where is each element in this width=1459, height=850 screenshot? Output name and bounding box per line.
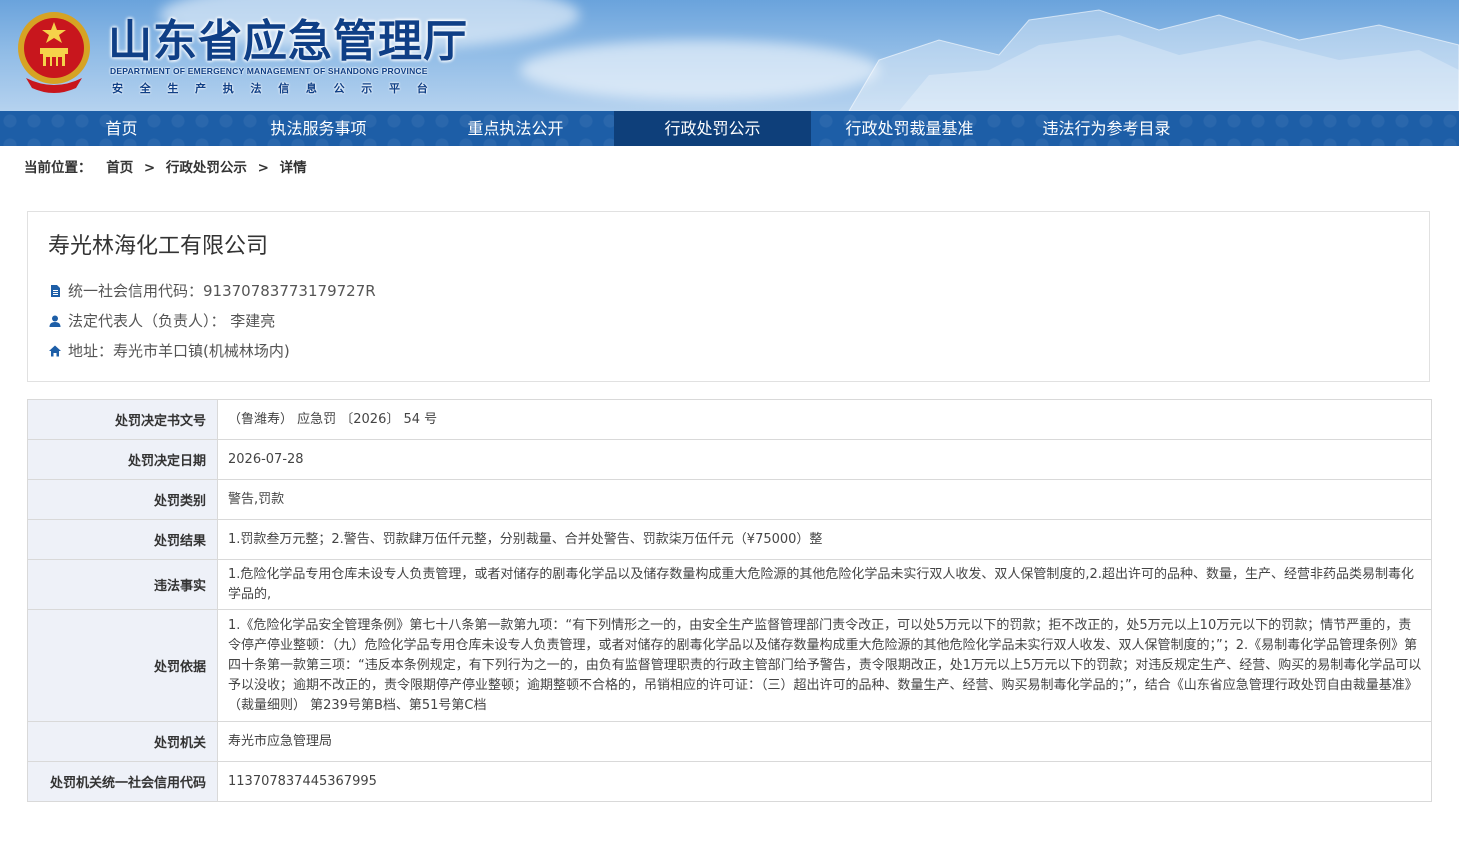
table-row: 处罚依据 1.《危险化学品安全管理条例》第七十八条第一款第九项：“有下列情形之一… — [27, 609, 1432, 722]
table-row: 处罚结果 1.罚款叁万元整；2.警告、罚款肆万伍仟元整，分别裁量、合并处警告、罚… — [27, 519, 1432, 560]
row-label: 处罚依据 — [27, 609, 218, 722]
legal-rep-row: 法定代表人（负责人）： 李建亮 — [48, 310, 275, 331]
table-row: 违法事实 1.危险化学品专用仓库未设专人负责管理，或者对储存的剧毒化学品以及储存… — [27, 559, 1432, 610]
nav-item-enforcement-services[interactable]: 执法服务事项 — [220, 111, 417, 146]
credit-code-row: 统一社会信用代码：91370783773179727R — [48, 280, 376, 301]
company-name: 寿光林海化工有限公司 — [48, 234, 269, 259]
table-row: 处罚机关统一社会信用代码 113707837445367995 — [27, 761, 1432, 802]
row-label: 违法事实 — [27, 559, 218, 610]
row-value: 1.《危险化学品安全管理条例》第七十八条第一款第九项：“有下列情形之一的，由安全… — [217, 609, 1432, 722]
breadcrumb-separator: > — [257, 160, 269, 176]
national-emblem-icon — [18, 12, 90, 93]
row-label: 处罚机关统一社会信用代码 — [27, 761, 218, 802]
row-value: 113707837445367995 — [217, 761, 1432, 802]
row-label: 处罚机关 — [27, 721, 218, 762]
nav-item-violation-catalog[interactable]: 违法行为参考目录 — [1008, 111, 1205, 146]
user-icon — [49, 315, 61, 327]
row-value: 1.罚款叁万元整；2.警告、罚款肆万伍仟元整，分别裁量、合并处警告、罚款柒万伍仟… — [217, 519, 1432, 560]
row-value: （鲁潍寿） 应急罚 〔2026〕 54 号 — [217, 399, 1432, 440]
shandong-map-graphic — [848, 9, 1459, 111]
company-card: 寿光林海化工有限公司 统一社会信用代码：91370783773179727R 法… — [27, 211, 1430, 382]
site-title: 山东省应急管理厅 — [108, 16, 468, 67]
row-value: 警告,罚款 — [217, 479, 1432, 520]
address-text: 地址：寿光市羊口镇(机械林场内) — [68, 342, 290, 360]
address-row: 地址：寿光市羊口镇(机械林场内) — [48, 340, 290, 361]
breadcrumb-prefix: 当前位置： — [24, 160, 92, 176]
row-value: 1.危险化学品专用仓库未设专人负责管理，或者对储存的剧毒化学品以及储存数量构成重… — [217, 559, 1432, 610]
home-icon — [49, 345, 61, 356]
nav-item-home[interactable]: 首页 — [23, 111, 220, 146]
table-row: 处罚机关 寿光市应急管理局 — [27, 721, 1432, 762]
main-nav: 首页 执法服务事项 重点执法公开 行政处罚公示 行政处罚裁量基准 违法行为参考目… — [0, 111, 1459, 146]
row-label: 处罚结果 — [27, 519, 218, 560]
row-label: 处罚类别 — [27, 479, 218, 520]
row-value: 寿光市应急管理局 — [217, 721, 1432, 762]
nav-item-penalty-publicity[interactable]: 行政处罚公示 — [614, 111, 811, 146]
breadcrumb-home-link[interactable]: 首页 — [106, 160, 133, 176]
row-label: 处罚决定日期 — [27, 439, 218, 480]
site-banner: 山东省应急管理厅 DEPARTMENT OF EMERGENCY MANAGEM… — [0, 0, 1459, 111]
legal-rep-text: 法定代表人（负责人）： 李建亮 — [68, 312, 276, 330]
breadcrumb-separator: > — [143, 160, 156, 176]
penalty-detail-table: 处罚决定书文号 （鲁潍寿） 应急罚 〔2026〕 54 号 处罚决定日期 202… — [27, 399, 1432, 802]
table-row: 处罚类别 警告,罚款 — [27, 479, 1432, 520]
nav-item-penalty-benchmark[interactable]: 行政处罚裁量基准 — [811, 111, 1008, 146]
breadcrumb-current: 详情 — [279, 160, 307, 176]
document-icon — [51, 284, 60, 297]
credit-code-text: 统一社会信用代码：91370783773179727R — [68, 282, 376, 300]
site-title-en: DEPARTMENT OF EMERGENCY MANAGEMENT OF SH… — [110, 66, 428, 76]
nav-item-key-enforcement[interactable]: 重点执法公开 — [417, 111, 614, 146]
row-value: 2026-07-28 — [217, 439, 1432, 480]
table-row: 处罚决定日期 2026-07-28 — [27, 439, 1432, 480]
table-row: 处罚决定书文号 （鲁潍寿） 应急罚 〔2026〕 54 号 — [27, 399, 1432, 440]
breadcrumb: 当前位置： 首页 > 行政处罚公示 > 详情 — [0, 146, 1459, 190]
site-tagline: 安全生产执法信息公示平台 — [112, 82, 445, 95]
breadcrumb-penalty-link[interactable]: 行政处罚公示 — [166, 160, 247, 176]
row-label: 处罚决定书文号 — [27, 399, 218, 440]
